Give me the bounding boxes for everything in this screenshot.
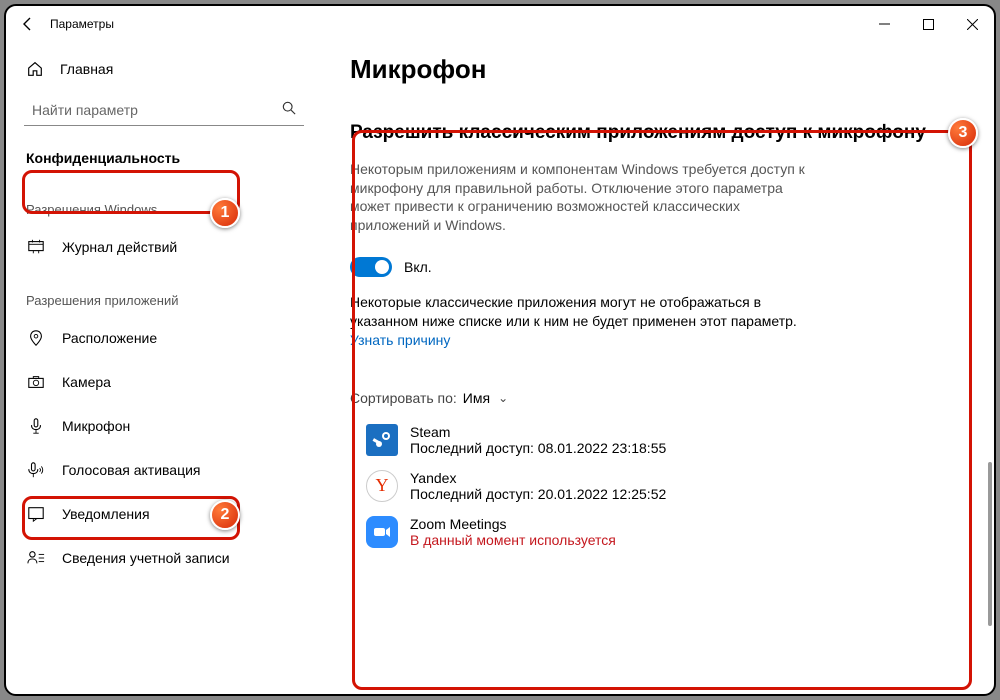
account-icon xyxy=(26,548,46,568)
zoom-icon xyxy=(366,516,398,548)
maximize-button[interactable] xyxy=(906,6,950,42)
back-button[interactable] xyxy=(6,16,50,32)
app-row-yandex[interactable]: Y Yandex Последний доступ: 20.01.2022 12… xyxy=(350,458,966,504)
desktop-apps-mic-toggle[interactable] xyxy=(350,257,392,277)
sidebar: Главная Найти параметр Конфиденциальност… xyxy=(6,42,322,694)
sidebar-section-windows: Разрешения Windows xyxy=(6,178,322,225)
camera-icon xyxy=(26,372,46,392)
app-row-zoom[interactable]: Zoom Meetings В данный момент использует… xyxy=(350,504,966,550)
annotation-badge-1: 1 xyxy=(210,198,240,228)
toggle-label: Вкл. xyxy=(404,259,432,275)
page-title: Микрофон xyxy=(350,54,966,85)
window-title: Параметры xyxy=(50,17,114,31)
sidebar-item-account[interactable]: Сведения учетной записи xyxy=(6,536,322,580)
learn-why-link[interactable]: Узнать причину xyxy=(350,332,450,348)
titlebar: Параметры xyxy=(6,6,994,42)
notifications-icon xyxy=(26,504,46,524)
section-heading: Разрешить классическим приложениям досту… xyxy=(350,121,966,146)
sidebar-item-location[interactable]: Расположение xyxy=(6,316,322,360)
close-button[interactable] xyxy=(950,6,994,42)
voice-icon xyxy=(26,460,46,480)
microphone-icon xyxy=(26,416,46,436)
annotation-badge-2: 2 xyxy=(210,500,240,530)
steam-icon xyxy=(366,424,398,456)
sidebar-home-label: Главная xyxy=(60,61,113,77)
annotation-badge-3: 3 xyxy=(948,118,978,148)
minimize-button[interactable] xyxy=(862,6,906,42)
scrollbar-thumb[interactable] xyxy=(988,462,992,626)
yandex-icon: Y xyxy=(366,470,398,502)
search-input[interactable]: Найти параметр xyxy=(24,94,304,126)
search-placeholder: Найти параметр xyxy=(32,102,138,118)
main-pane: Микрофон Разрешить классическим приложен… xyxy=(322,42,994,694)
activity-icon xyxy=(26,237,46,257)
app-row-steam[interactable]: Steam Последний доступ: 08.01.2022 23:18… xyxy=(350,412,966,458)
sidebar-item-notifications[interactable]: Уведомления xyxy=(6,492,322,536)
note-text: Некоторые классические приложения могут … xyxy=(350,293,830,350)
scrollbar[interactable] xyxy=(988,42,992,686)
sidebar-section-apps: Разрешения приложений xyxy=(6,269,322,316)
sort-dropdown[interactable]: Сортировать по: Имя ⌄ xyxy=(350,390,966,406)
search-icon xyxy=(282,101,296,118)
sidebar-home[interactable]: Главная xyxy=(6,50,322,88)
sidebar-item-activity[interactable]: Журнал действий xyxy=(6,225,322,269)
sidebar-item-camera[interactable]: Камера xyxy=(6,360,322,404)
section-description: Некоторым приложениям и компонентам Wind… xyxy=(350,160,820,236)
location-icon xyxy=(26,328,46,348)
chevron-down-icon: ⌄ xyxy=(498,391,508,405)
home-icon xyxy=(26,60,44,78)
sidebar-category[interactable]: Конфиденциальность xyxy=(6,138,322,178)
sidebar-item-microphone[interactable]: Микрофон xyxy=(6,404,322,448)
sidebar-item-voice[interactable]: Голосовая активация xyxy=(6,448,322,492)
